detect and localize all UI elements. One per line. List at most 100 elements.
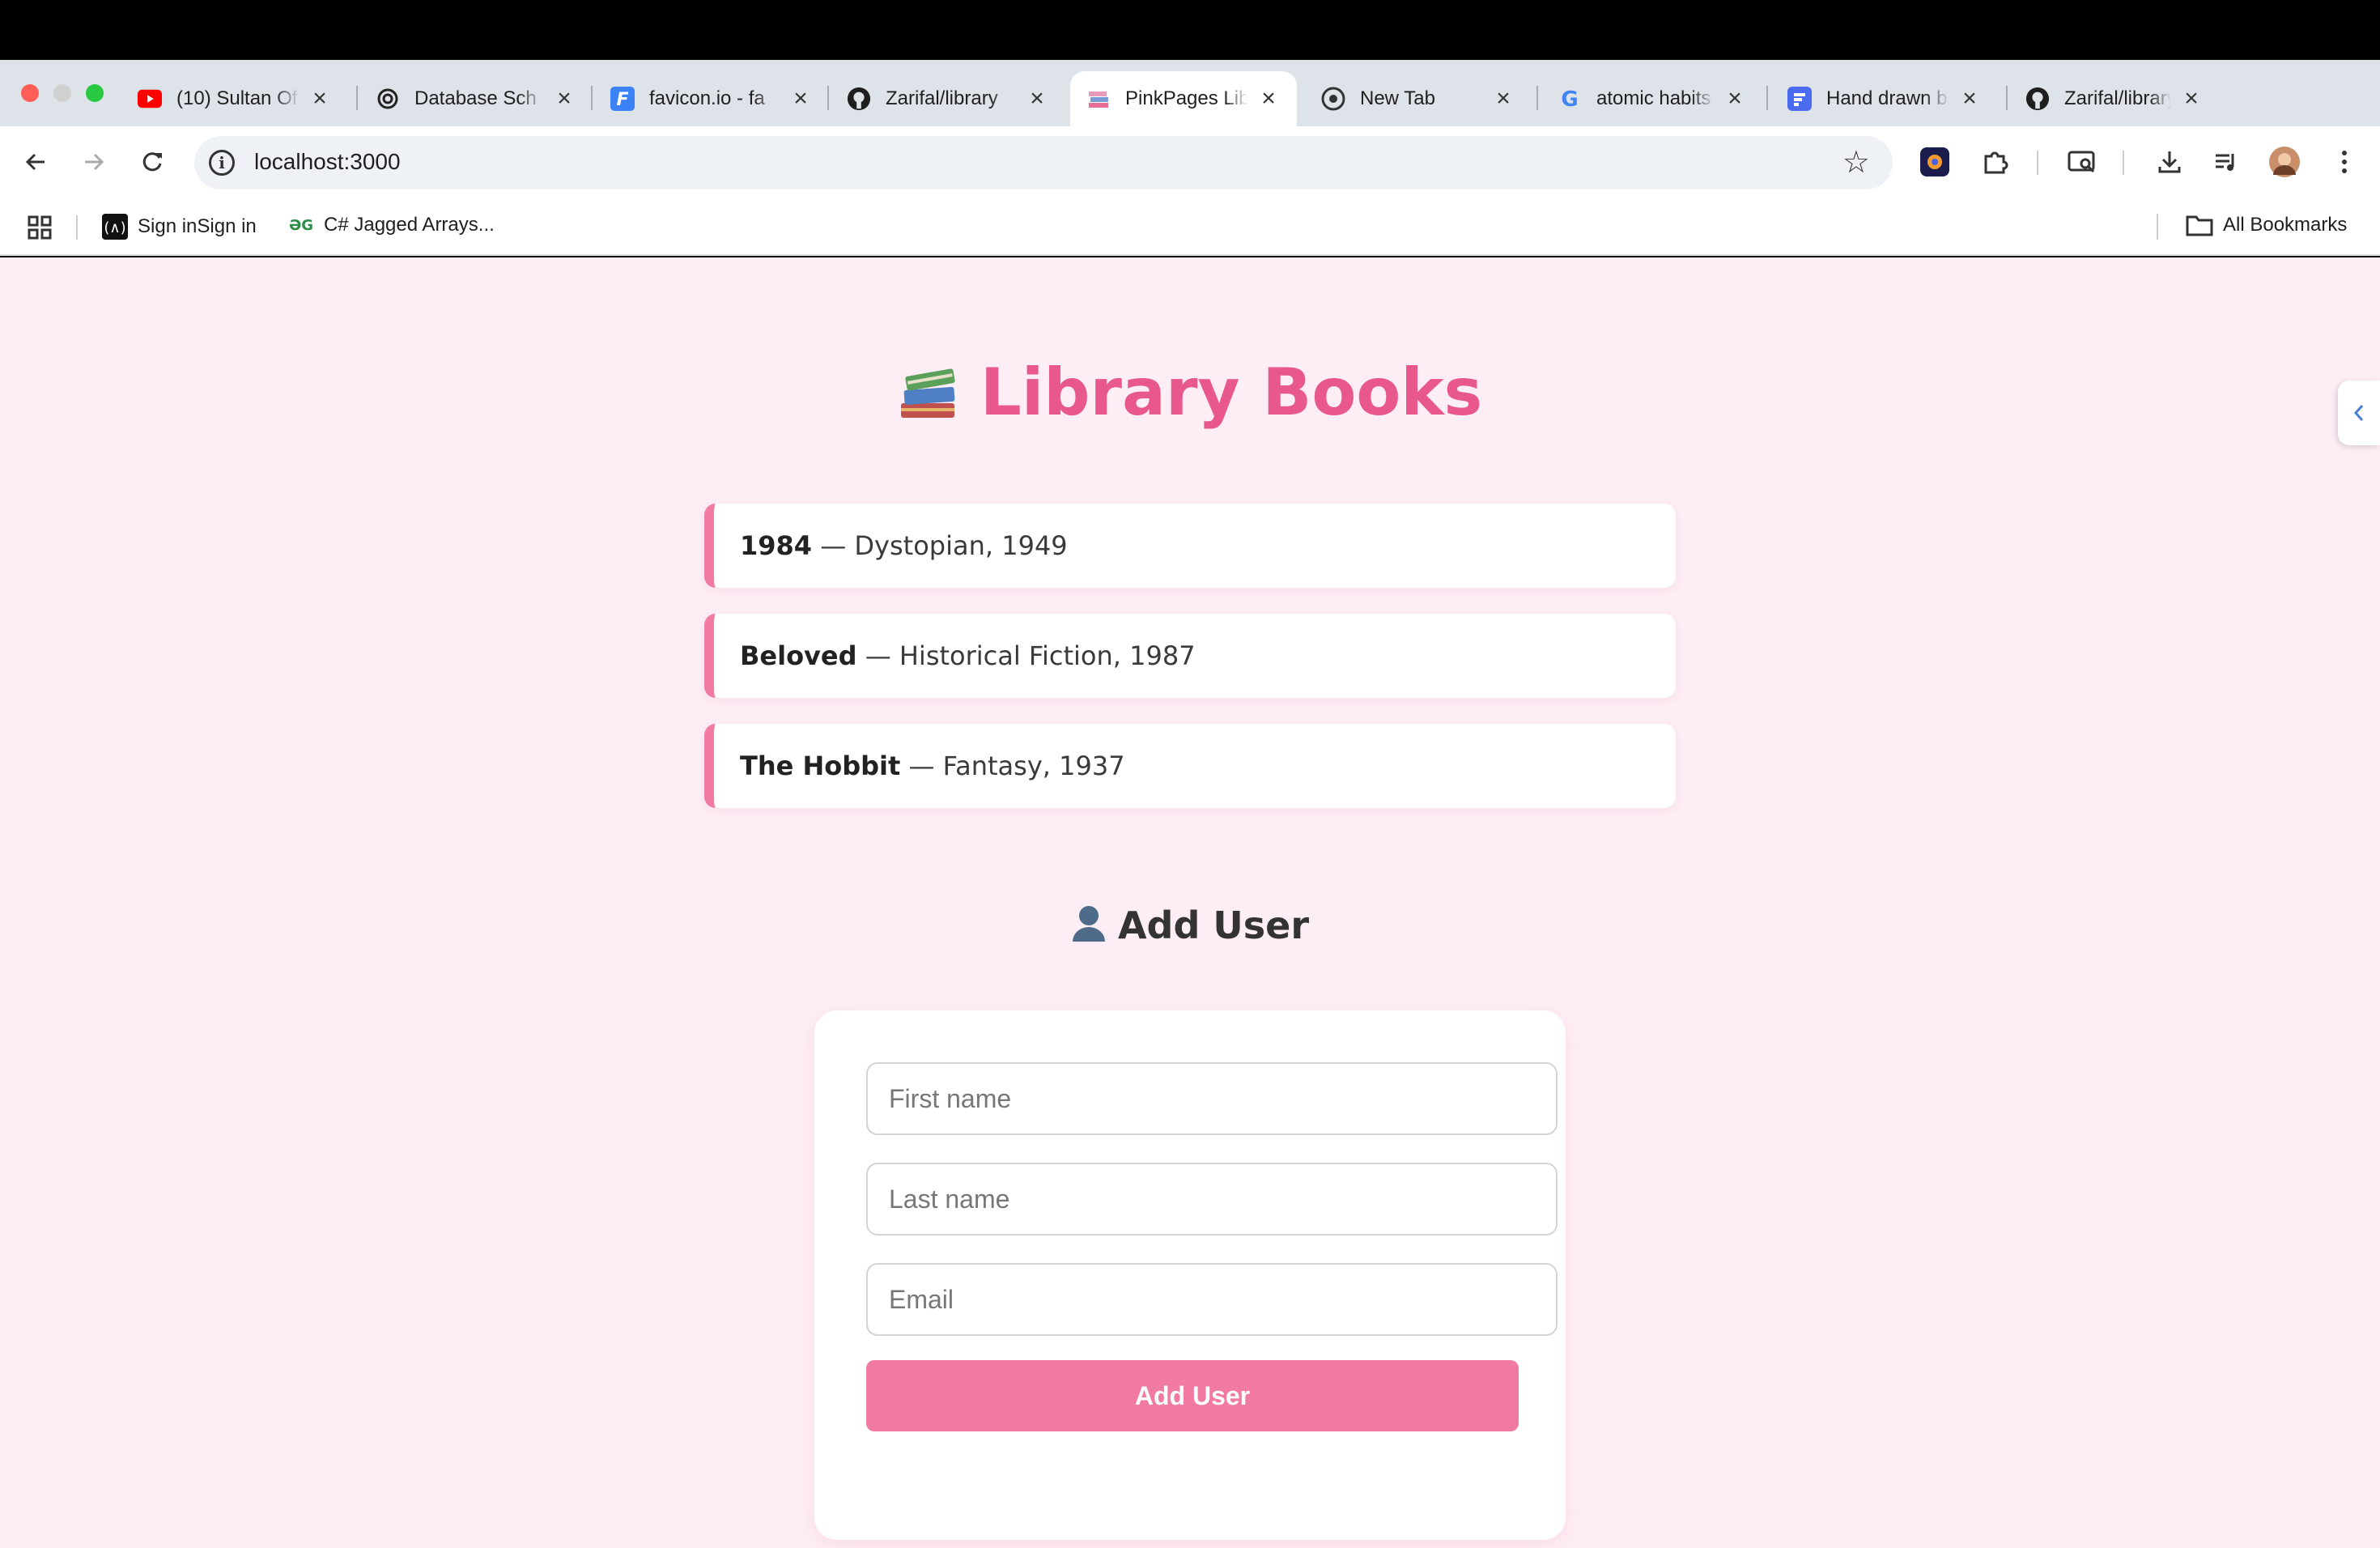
close-window-button[interactable] — [21, 84, 39, 102]
bookmark-label: Sign inSign in — [138, 215, 257, 237]
books-icon — [1086, 87, 1111, 111]
tab-title: Database Sch — [414, 87, 537, 109]
page-title: Library Books — [980, 355, 1483, 430]
book-card: The Hobbit — Fantasy, 1937 — [704, 724, 1676, 808]
bookmarks-bar: (∧) Sign inSign in ƏG C# Jagged Arrays..… — [0, 198, 2380, 256]
profile-avatar[interactable] — [2265, 142, 2304, 181]
tab-title: Zarifal/library — [886, 87, 998, 109]
browser-tab[interactable]: (10) Sultan Of × — [121, 71, 348, 126]
browser-tab[interactable]: F favicon.io - fa × — [594, 71, 829, 126]
svg-text:G: G — [1561, 87, 1578, 111]
openai-icon — [376, 87, 400, 111]
media-control-icon[interactable] — [2207, 142, 2246, 181]
book-title: 1984 — [740, 530, 813, 561]
maximize-window-button[interactable] — [86, 84, 104, 102]
folder-icon — [2186, 214, 2213, 236]
browser-tab-active[interactable]: PinkPages Lib × — [1070, 71, 1297, 126]
browser-toolbar: i localhost:3000 ☆ — [0, 126, 2380, 198]
book-card: 1984 — Dystopian, 1949 — [704, 504, 1676, 588]
close-icon[interactable]: × — [788, 85, 813, 113]
url-text[interactable]: localhost:3000 — [254, 149, 401, 175]
extension-icon[interactable] — [1915, 142, 1954, 181]
bookmark-item[interactable]: ƏG C# Jagged Arrays... — [288, 214, 495, 236]
close-icon[interactable]: × — [1723, 85, 1747, 113]
tab-divider — [591, 86, 593, 110]
tab-title: PinkPages Lib — [1125, 87, 1248, 109]
browser-menu-icon[interactable] — [2325, 142, 2364, 181]
browser-tab[interactable]: Hand drawn b × — [1771, 71, 1998, 126]
forward-button[interactable] — [73, 141, 115, 183]
book-title: Beloved — [740, 640, 857, 671]
close-icon[interactable]: × — [1491, 85, 1515, 113]
tab-strip: (10) Sultan Of × Database Sch × F favico… — [0, 60, 2380, 167]
site-info-icon[interactable]: i — [209, 150, 235, 176]
extensions-puzzle-icon[interactable] — [1975, 142, 2014, 181]
side-panel-toggle[interactable] — [2338, 381, 2380, 445]
tab-title: (10) Sultan Of — [176, 87, 298, 109]
bookmark-item[interactable]: (∧) Sign inSign in — [102, 214, 257, 240]
minimize-window-button[interactable] — [53, 84, 71, 102]
browser-tab[interactable]: Zarifal/library × — [2009, 71, 2220, 126]
user-silhouette-icon — [1071, 904, 1107, 943]
github-icon — [2025, 87, 2050, 111]
svg-text:F: F — [616, 90, 628, 110]
svg-text:(∧): (∧) — [104, 219, 125, 236]
tab-search-icon[interactable] — [2063, 142, 2102, 181]
close-icon[interactable]: × — [552, 85, 576, 113]
chevron-left-icon — [2353, 405, 2364, 421]
tab-divider — [1766, 86, 1768, 110]
reload-button[interactable] — [131, 141, 173, 183]
book-title: The Hobbit — [740, 751, 901, 781]
all-bookmarks-button[interactable]: All Bookmarks — [2186, 214, 2347, 236]
tab-divider — [2006, 86, 2008, 110]
first-name-field[interactable] — [866, 1062, 1558, 1135]
book-details: — Dystopian, 1949 — [812, 530, 1068, 561]
add-user-heading-text: Add User — [1117, 904, 1310, 947]
google-icon: G — [1558, 87, 1582, 111]
email-field[interactable] — [866, 1263, 1558, 1336]
book-card: Beloved — Historical Fiction, 1987 — [704, 614, 1676, 698]
browser-tab[interactable]: Database Sch × — [359, 71, 593, 126]
favicon-io-icon: F — [610, 87, 635, 111]
tab-divider — [1536, 86, 1538, 110]
svg-text:ƏG: ƏG — [289, 217, 313, 234]
apps-grid-icon[interactable] — [28, 215, 52, 240]
bookmarks-divider — [76, 215, 78, 240]
bookmark-label: C# Jagged Arrays... — [324, 214, 495, 236]
appwrite-icon: (∧) — [102, 214, 128, 240]
toolbar-divider — [2123, 151, 2124, 175]
close-icon[interactable]: × — [1025, 85, 1049, 113]
last-name-field[interactable] — [866, 1163, 1558, 1235]
browser-tab[interactable]: Zarifal/library × — [831, 71, 1065, 126]
back-button[interactable] — [15, 141, 57, 183]
tab-title: Zarifal/library — [2064, 87, 2171, 109]
toolbar-divider — [2037, 151, 2038, 175]
web-page: Library Books 1984 — Dystopian, 1949 Bel… — [0, 257, 2380, 1548]
tab-title: Hand drawn b — [1826, 87, 1948, 109]
tab-divider — [827, 86, 829, 110]
address-bar[interactable]: i localhost:3000 ☆ — [194, 136, 1893, 189]
bookmark-star-icon[interactable]: ☆ — [1842, 144, 1870, 181]
doc-icon — [1787, 87, 1812, 111]
book-details: — Fantasy, 1937 — [900, 751, 1125, 781]
youtube-icon — [138, 87, 162, 111]
close-icon[interactable]: × — [1957, 85, 1982, 113]
download-icon[interactable] — [2150, 142, 2189, 181]
browser-tab[interactable]: G atomic habits × — [1541, 71, 1763, 126]
browser-tab[interactable]: New Tab × — [1305, 71, 1532, 126]
tab-divider — [356, 86, 358, 110]
add-user-heading: Add User — [0, 904, 2380, 947]
tab-title: New Tab — [1360, 87, 1435, 109]
close-icon[interactable]: × — [308, 85, 332, 113]
bookmarks-divider — [2157, 214, 2158, 240]
tab-title: atomic habits — [1596, 87, 1711, 109]
close-icon[interactable]: × — [1256, 85, 1281, 113]
add-user-button[interactable]: Add User — [866, 1360, 1519, 1431]
github-icon — [847, 87, 871, 111]
close-icon[interactable]: × — [2179, 85, 2204, 113]
window-top-bar — [0, 0, 2380, 60]
page-title-heading: Library Books — [0, 355, 2380, 430]
tab-title: favicon.io - fa — [649, 87, 765, 109]
all-bookmarks-label: All Bookmarks — [2223, 214, 2348, 236]
geeksforgeeks-icon: ƏG — [288, 215, 314, 235]
